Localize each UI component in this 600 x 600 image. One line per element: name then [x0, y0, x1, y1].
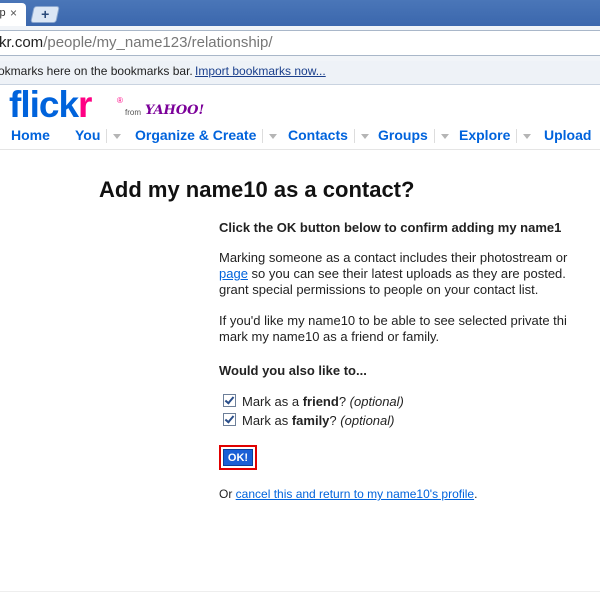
chevron-down-icon[interactable]: [269, 133, 278, 139]
family-option: Mark as family? (optional): [223, 413, 394, 429]
text-line: Marking someone as a contact includes th…: [219, 250, 568, 265]
nav-upload[interactable]: Upload: [544, 127, 591, 143]
logo-from: from: [125, 108, 141, 117]
url-host: kr.com: [0, 34, 44, 51]
confirm-instruction: Click the OK button below to confirm add…: [219, 220, 562, 235]
cancel-prefix: Or: [219, 487, 236, 501]
nav-home[interactable]: Home: [11, 127, 50, 143]
url-path: /people/my_name123/relationship/: [43, 34, 273, 51]
nav-divider: [106, 129, 108, 144]
tab-bar: ip × +: [0, 0, 600, 26]
family-label-bold: family: [291, 413, 330, 428]
nav-organize-label: Organize & Create: [135, 127, 257, 143]
chevron-down-icon[interactable]: [360, 133, 369, 139]
friend-checkbox[interactable]: [223, 394, 236, 407]
nav-you[interactable]: You: [75, 127, 122, 144]
cancel-line: Or cancel this and return to my name10's…: [219, 486, 477, 502]
contact-explanation: Marking someone as a contact includes th…: [219, 250, 567, 298]
family-label-prefix: Mark as: [242, 413, 292, 428]
nav-explore-label: Explore: [459, 127, 511, 143]
nav-contacts[interactable]: Contacts: [288, 127, 369, 144]
ok-button-highlight: OK!: [219, 445, 257, 470]
nav-divider: [433, 129, 435, 144]
nav-explore[interactable]: Explore: [459, 127, 532, 144]
import-bookmarks-link[interactable]: Import bookmarks now...: [195, 61, 326, 82]
nav-organize[interactable]: Organize & Create: [135, 127, 278, 144]
optional-label: (optional): [349, 394, 404, 409]
chevron-down-icon[interactable]: [440, 133, 449, 139]
bookmarks-hint: okmarks here on the bookmarks bar.: [0, 64, 193, 78]
bookmarks-bar: okmarks here on the bookmarks bar. Impor…: [0, 61, 600, 85]
cancel-suffix: .: [474, 487, 478, 501]
yahoo-logo: YAHOO!: [145, 103, 205, 118]
family-checkbox[interactable]: [223, 413, 236, 426]
main-nav: Home You Organize & Create Contacts Grou…: [0, 125, 600, 150]
tab-close-icon[interactable]: ×: [10, 3, 17, 24]
logo-flick: flick: [9, 84, 79, 125]
nav-you-label: You: [75, 127, 101, 143]
chevron-down-icon[interactable]: [523, 133, 532, 139]
friend-label-bold: friend: [302, 394, 339, 409]
footer-divider: [0, 591, 600, 592]
nav-divider: [516, 129, 518, 144]
friend-label-prefix: Mark as a: [242, 394, 303, 409]
text-line: mark my name10 as a friend or family.: [219, 329, 440, 344]
friend-option: Mark as a friend? (optional): [223, 394, 404, 410]
ok-button[interactable]: OK!: [223, 449, 253, 466]
optional-label: (optional): [340, 413, 395, 428]
nav-groups[interactable]: Groups: [378, 127, 449, 144]
text-line: page so you can see their latest uploads…: [219, 266, 567, 282]
nav-groups-label: Groups: [378, 127, 428, 143]
friend-family-explanation: If you'd like my name10 to be able to se…: [219, 313, 567, 345]
text-line: grant special permissions to people on y…: [219, 282, 539, 297]
new-tab-button[interactable]: +: [30, 6, 60, 23]
friend-label-q: ?: [338, 394, 347, 409]
nav-divider: [353, 129, 355, 144]
browser-tab[interactable]: ip ×: [0, 3, 26, 26]
tab-title: ip: [0, 7, 6, 19]
cancel-link[interactable]: cancel this and return to my name10's pr…: [236, 487, 474, 501]
nav-contacts-label: Contacts: [288, 127, 348, 143]
toolbar: kr.com/people/my_name123/relationship/: [0, 26, 600, 62]
text-fragment: so you can see their latest uploads as t…: [247, 266, 566, 281]
chevron-down-icon[interactable]: [113, 133, 122, 139]
address-bar[interactable]: kr.com/people/my_name123/relationship/: [0, 30, 600, 56]
logo-registered: ®: [117, 96, 123, 105]
page-title: Add my name10 as a contact?: [99, 177, 415, 202]
family-label-q: ?: [329, 413, 337, 428]
text-line: If you'd like my name10 to be able to se…: [219, 313, 567, 328]
nav-divider: [262, 129, 264, 144]
logo-r: r: [78, 84, 92, 125]
flickr-logo[interactable]: flickr ® from YAHOO!: [9, 84, 204, 125]
page-link[interactable]: page: [219, 266, 248, 281]
plus-icon: +: [41, 6, 50, 22]
nav-home-label: Home: [11, 127, 50, 143]
nav-upload-label: Upload: [544, 127, 592, 143]
options-heading: Would you also like to...: [219, 363, 367, 378]
